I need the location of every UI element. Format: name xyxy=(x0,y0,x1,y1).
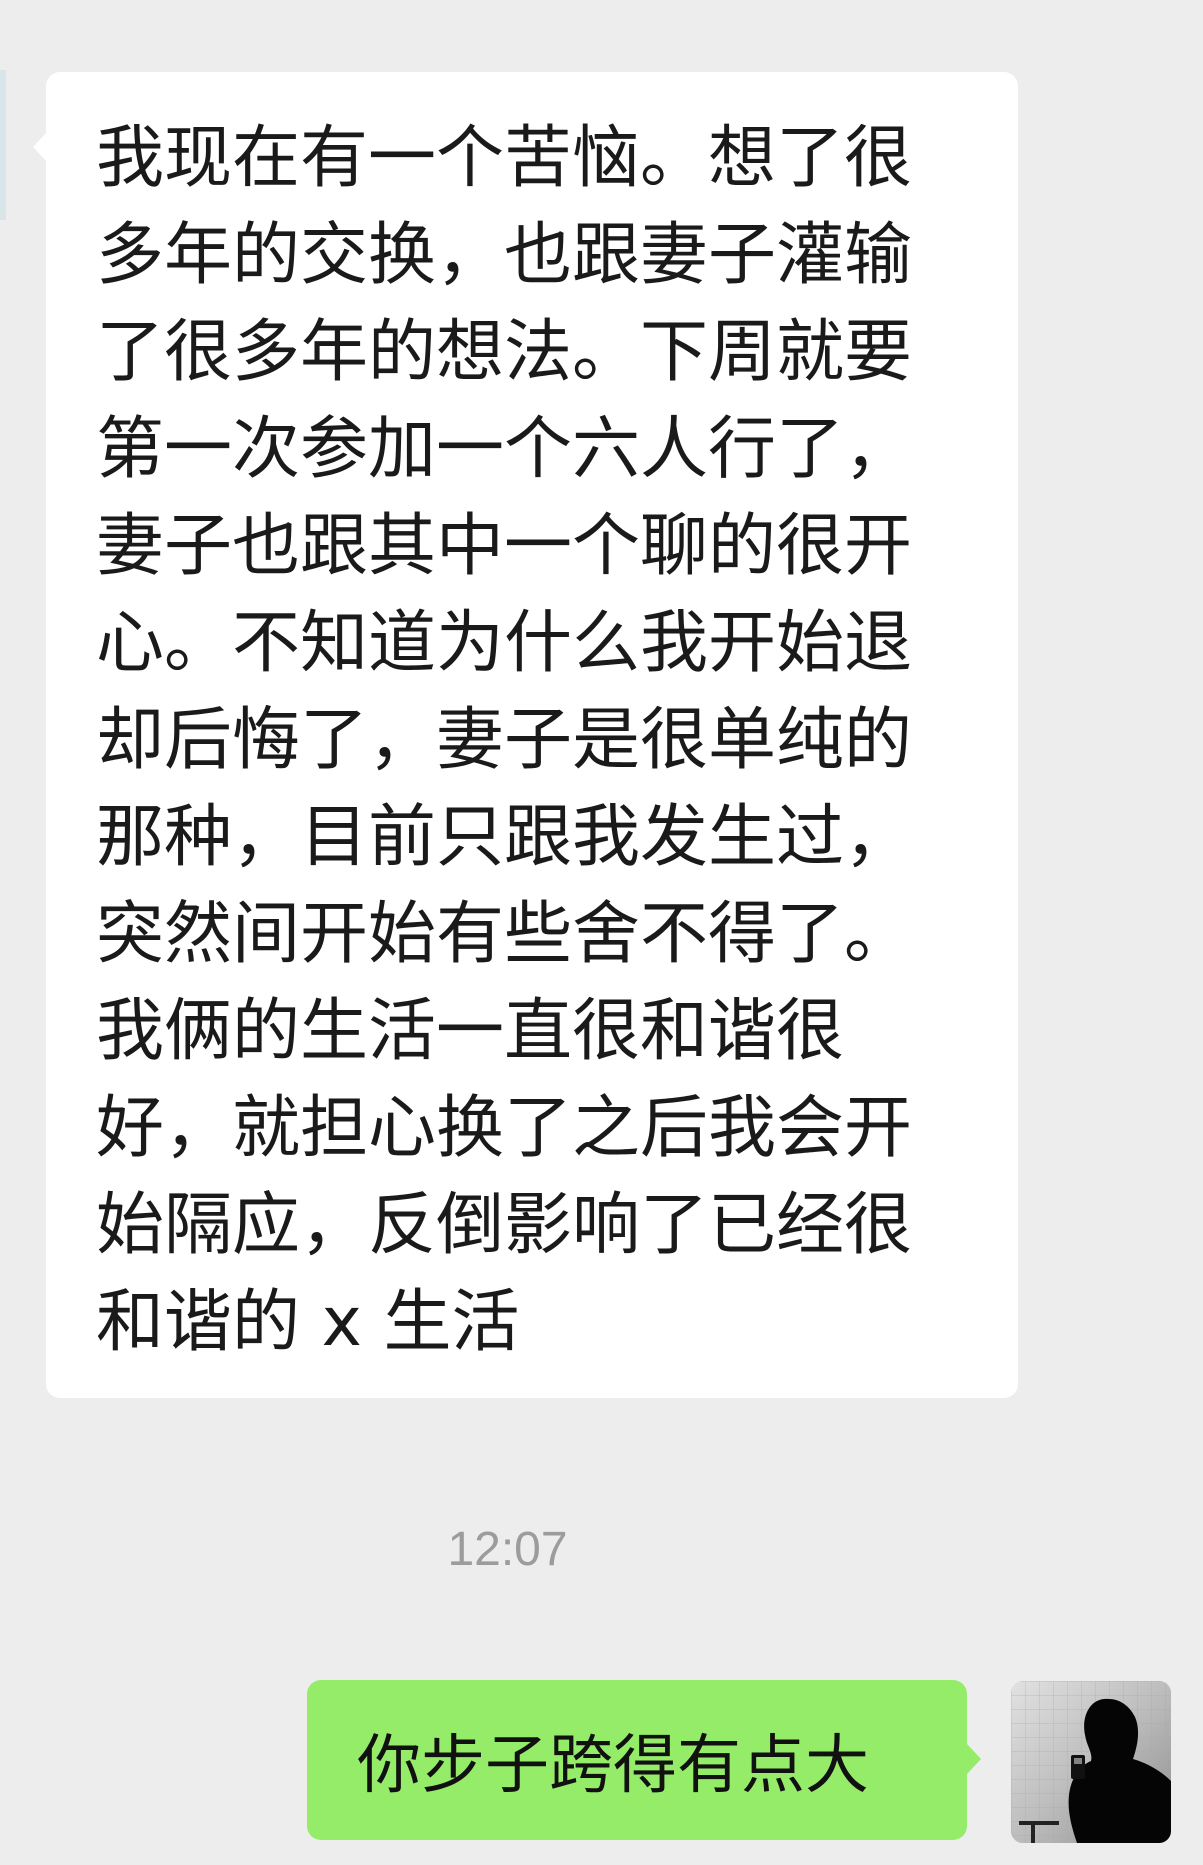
incoming-message-bubble[interactable]: 我现在有一个苦恼。想了很多年的交换，也跟妻子灌输了很多年的想法。下周就要第一次参… xyxy=(33,72,1018,1398)
outgoing-message-text: 你步子跨得有点大 xyxy=(357,1729,869,1803)
incoming-message-text: 我现在有一个苦恼。想了很多年的交换，也跟妻子灌输了很多年的想法。下周就要第一次参… xyxy=(96,119,913,1362)
outgoing-message-bubble[interactable]: 你步子跨得有点大 xyxy=(307,1680,981,1840)
outgoing-bubble-tail xyxy=(967,1744,981,1774)
message-timestamp: 12:07 xyxy=(447,1523,568,1576)
avatar-silhouette-icon xyxy=(1011,1681,1171,1843)
user-avatar[interactable] xyxy=(1011,1681,1171,1843)
incoming-bubble-tail xyxy=(33,132,47,162)
previous-message-edge xyxy=(0,70,6,220)
